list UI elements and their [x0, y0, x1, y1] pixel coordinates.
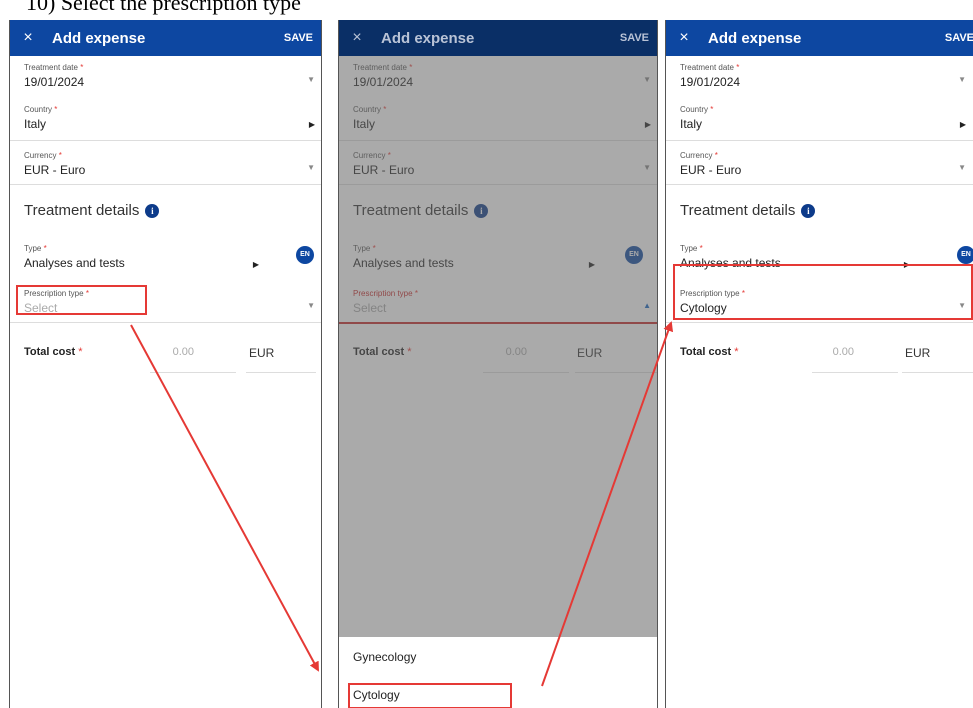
close-icon[interactable]: ×	[666, 29, 702, 47]
language-en-badge[interactable]: EN	[957, 246, 973, 264]
country-field[interactable]: Country * Italy ▶	[680, 105, 973, 131]
total-cost-label: Total cost	[680, 346, 732, 358]
treatment-details-heading: Treatment details i	[24, 202, 160, 219]
caret-down-icon: ▼	[958, 163, 966, 172]
screen-1-add-expense: × Add expense SAVE Treatment date * 19/0…	[9, 20, 322, 708]
screen-2-dropdown-open: × Add expense SAVE Treatment date * 19/0…	[338, 20, 658, 708]
divider	[10, 184, 321, 185]
country-label: Country	[24, 105, 53, 114]
info-icon[interactable]: i	[145, 203, 160, 218]
screen-3-cytology-selected: × Add expense SAVE Treatment date * 19/0…	[665, 20, 973, 708]
highlight-box	[673, 264, 973, 320]
country-value: Italy	[24, 117, 47, 131]
type-value: Analyses and tests	[24, 256, 125, 270]
info-icon[interactable]: i	[801, 203, 816, 218]
type-label: Type	[680, 244, 698, 253]
caret-down-icon: ▼	[307, 163, 315, 172]
currency-field[interactable]: Currency * EUR - Euro ▼	[24, 151, 321, 177]
save-button[interactable]: SAVE	[620, 32, 649, 44]
total-cost-label: Total cost	[24, 346, 76, 358]
app-bar: × Add expense SAVE	[339, 20, 657, 56]
treatment-date-value: 19/01/2024	[24, 75, 85, 89]
language-en-badge[interactable]: EN	[296, 246, 314, 264]
highlight-box	[348, 683, 512, 708]
caret-down-icon: ▼	[958, 75, 966, 84]
page-title: Add expense	[381, 29, 475, 47]
currency-value: EUR - Euro	[680, 163, 742, 177]
total-amount-input[interactable]: 0.00	[824, 346, 854, 358]
treatment-date-field[interactable]: Treatment date * 19/01/2024 ▼	[680, 63, 973, 89]
amount-underline	[150, 372, 236, 373]
treatment-date-label: Treatment date	[680, 63, 734, 72]
currency-underline	[902, 372, 973, 373]
treatment-details-heading: Treatment details i	[680, 202, 816, 219]
modal-backdrop[interactable]	[339, 56, 657, 637]
type-label: Type	[24, 244, 42, 253]
currency-underline	[246, 372, 316, 373]
currency-value: EUR - Euro	[24, 163, 86, 177]
treatment-date-label: Treatment date	[24, 63, 78, 72]
type-field[interactable]: Type * Analyses and tests ▶	[24, 244, 321, 270]
divider	[10, 140, 321, 141]
divider	[666, 140, 973, 141]
highlight-box	[16, 285, 147, 315]
currency-label: Currency	[680, 151, 713, 160]
country-value: Italy	[680, 117, 703, 131]
divider	[10, 322, 321, 323]
page-title: Add expense	[52, 29, 146, 47]
currency-label: Currency	[24, 151, 57, 160]
amount-underline	[812, 372, 898, 373]
currency-code: EUR	[249, 346, 275, 360]
app-bar: × Add expense SAVE	[666, 20, 973, 56]
save-button[interactable]: SAVE	[284, 32, 313, 44]
caret-down-icon: ▼	[307, 75, 315, 84]
divider	[666, 184, 973, 185]
caret-right-icon: ▶	[308, 120, 315, 129]
option-gynecology[interactable]: Gynecology	[353, 650, 416, 664]
caret-right-icon: ▶	[959, 120, 966, 129]
country-label: Country	[680, 105, 709, 114]
total-amount-input[interactable]: 0.00	[164, 346, 194, 358]
divider	[666, 322, 973, 323]
currency-field[interactable]: Currency * EUR - Euro ▼	[680, 151, 973, 177]
app-bar: × Add expense SAVE	[10, 20, 321, 56]
treatment-date-value: 19/01/2024	[680, 75, 741, 89]
save-button[interactable]: SAVE	[945, 32, 973, 44]
currency-code: EUR	[905, 346, 931, 360]
page-title: Add expense	[708, 29, 802, 47]
close-icon[interactable]: ×	[339, 29, 375, 47]
close-icon[interactable]: ×	[10, 29, 46, 47]
step-title: 10) Select the prescription type	[26, 0, 301, 15]
caret-right-icon: ▶	[252, 260, 259, 269]
country-field[interactable]: Country * Italy ▶	[24, 105, 321, 131]
treatment-date-field[interactable]: Treatment date * 19/01/2024 ▼	[24, 63, 321, 89]
caret-down-icon: ▼	[307, 301, 315, 310]
